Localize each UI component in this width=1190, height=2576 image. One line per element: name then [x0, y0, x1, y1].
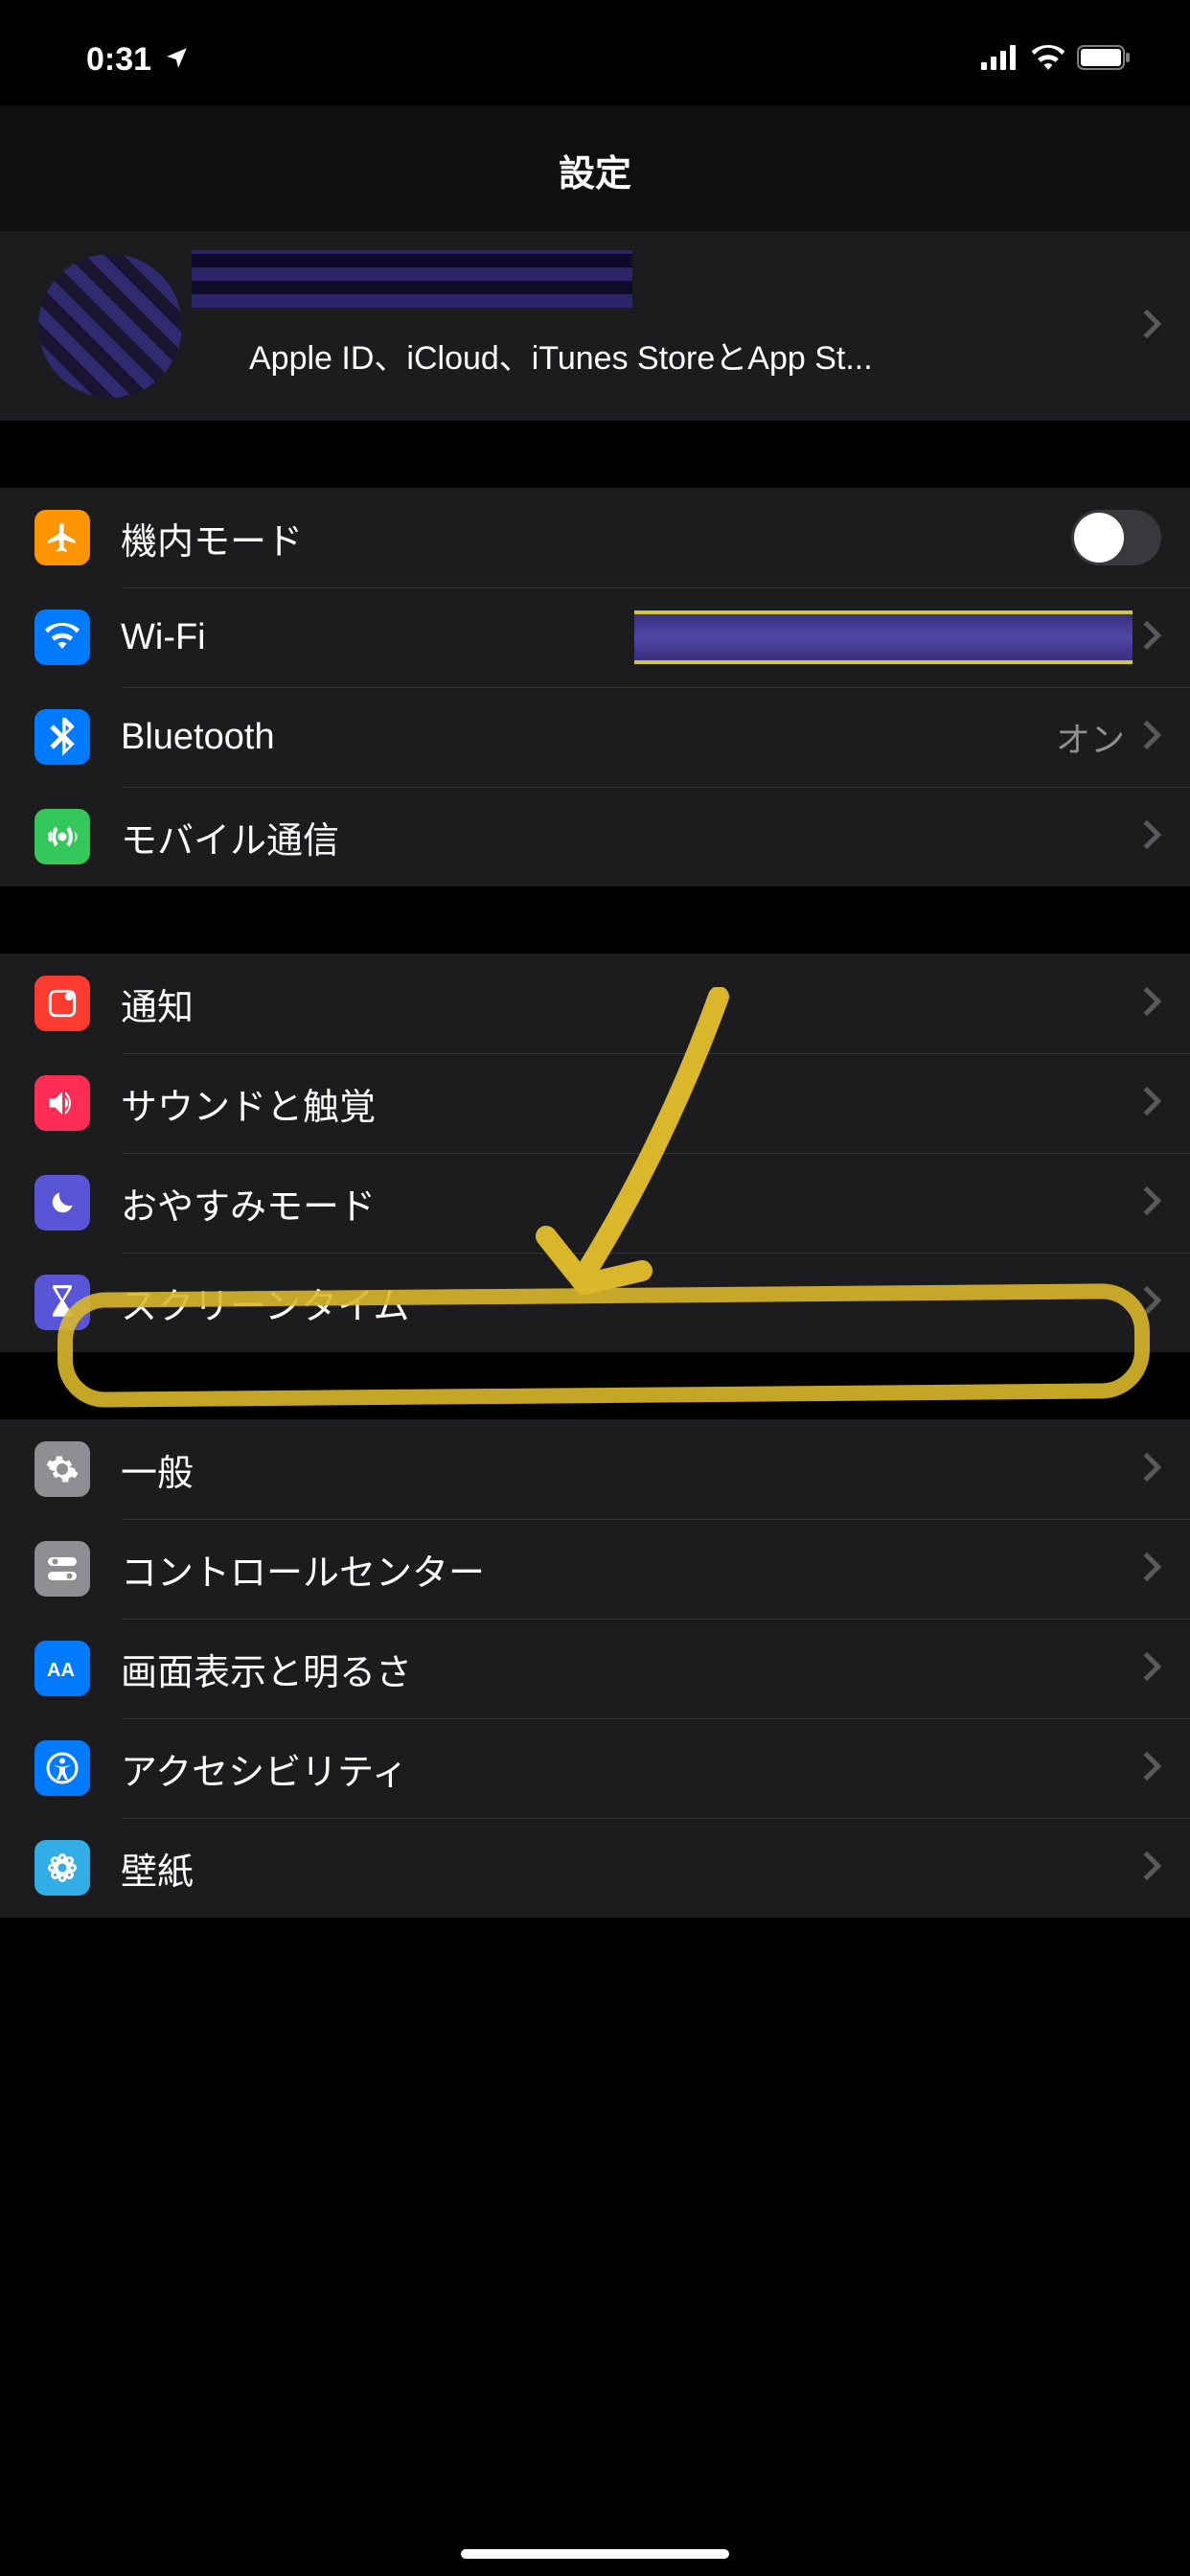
sounds-row[interactable]: サウンドと触覚: [0, 1053, 1190, 1153]
accessibility-icon: [34, 1740, 90, 1796]
wifi-settings-icon: [34, 610, 90, 665]
screentime-row[interactable]: スクリーンタイム: [0, 1253, 1190, 1352]
bluetooth-label: Bluetooth: [121, 717, 1056, 758]
chevron-right-icon: [1142, 1284, 1161, 1322]
status-right: [981, 45, 1133, 75]
apple-id-group: Apple ID、iCloud、iTunes StoreとApp St...: [0, 231, 1190, 421]
airplane-mode-row[interactable]: 機内モード: [0, 488, 1190, 587]
chevron-right-icon: [1142, 308, 1161, 345]
cellular-label: モバイル通信: [121, 811, 1142, 863]
chevron-right-icon: [1142, 818, 1161, 856]
wifi-label: Wi-Fi: [121, 617, 634, 658]
notifications-icon: [34, 976, 90, 1031]
control-center-row[interactable]: コントロールセンター: [0, 1519, 1190, 1619]
airplane-icon: [34, 510, 90, 565]
status-left: 0:31: [86, 41, 190, 79]
airplane-switch[interactable]: [1071, 510, 1161, 565]
wifi-icon: [1031, 45, 1065, 75]
sounds-icon: [34, 1075, 90, 1131]
svg-text:AA: AA: [47, 1660, 75, 1681]
chevron-right-icon: [1142, 1750, 1161, 1787]
notifications-row[interactable]: 通知: [0, 954, 1190, 1053]
chevron-right-icon: [1142, 1085, 1161, 1122]
toggles-icon: [34, 1541, 90, 1597]
connectivity-group: 機内モード Wi-Fi Bluetooth オン モバイル通信: [0, 488, 1190, 886]
wallpaper-icon: [34, 1840, 90, 1896]
display-label: 画面表示と明るさ: [121, 1643, 1142, 1695]
apple-id-subtitle: Apple ID、iCloud、iTunes StoreとApp St...: [249, 332, 1016, 379]
cellular-icon: [34, 809, 90, 864]
notifications-label: 通知: [121, 978, 1142, 1030]
general-group: 一般 コントロールセンター AA 画面表示と明るさ アクセシビリティ: [0, 1419, 1190, 1918]
page-title: 設定: [0, 105, 1190, 231]
bluetooth-value: オン: [1056, 712, 1125, 762]
signal-icon: [981, 45, 1019, 75]
chevron-right-icon: [1142, 1850, 1161, 1887]
airplane-label: 機内モード: [121, 512, 1071, 564]
redacted-wifi-name: [634, 610, 1133, 664]
screentime-label: スクリーンタイム: [121, 1276, 1142, 1329]
hourglass-icon: [34, 1275, 90, 1330]
chevron-right-icon: [1142, 719, 1161, 756]
chevron-right-icon: [1142, 1451, 1161, 1488]
battery-icon: [1077, 45, 1133, 75]
dnd-row[interactable]: おやすみモード: [0, 1153, 1190, 1253]
home-indicator[interactable]: [461, 2549, 729, 2559]
location-arrow-icon: [165, 41, 190, 79]
general-label: 一般: [121, 1443, 1142, 1496]
chevron-right-icon: [1142, 619, 1161, 656]
status-time: 0:31: [86, 41, 151, 79]
moon-icon: [34, 1175, 90, 1230]
general-row[interactable]: 一般: [0, 1419, 1190, 1519]
notifications-group: 通知 サウンドと触覚 おやすみモード スクリーンタイム: [0, 954, 1190, 1352]
wallpaper-label: 壁紙: [121, 1842, 1142, 1895]
status-bar: 0:31: [0, 0, 1190, 105]
accessibility-row[interactable]: アクセシビリティ: [0, 1718, 1190, 1818]
chevron-right-icon: [1142, 1650, 1161, 1688]
gear-icon: [34, 1441, 90, 1497]
bluetooth-icon: [34, 709, 90, 765]
dnd-label: おやすみモード: [121, 1177, 1142, 1230]
chevron-right-icon: [1142, 1551, 1161, 1588]
cellular-row[interactable]: モバイル通信: [0, 787, 1190, 886]
avatar: [38, 254, 182, 398]
wifi-row[interactable]: Wi-Fi: [0, 587, 1190, 687]
redacted-name: [192, 250, 632, 308]
chevron-right-icon: [1142, 985, 1161, 1023]
apple-id-row[interactable]: Apple ID、iCloud、iTunes StoreとApp St...: [0, 231, 1190, 421]
sounds-label: サウンドと触覚: [121, 1077, 1142, 1130]
wallpaper-row[interactable]: 壁紙: [0, 1818, 1190, 1918]
accessibility-label: アクセシビリティ: [121, 1742, 1142, 1795]
control-center-label: コントロールセンター: [121, 1543, 1142, 1596]
bluetooth-row[interactable]: Bluetooth オン: [0, 687, 1190, 787]
display-icon: AA: [34, 1641, 90, 1696]
chevron-right-icon: [1142, 1184, 1161, 1222]
display-row[interactable]: AA 画面表示と明るさ: [0, 1619, 1190, 1718]
